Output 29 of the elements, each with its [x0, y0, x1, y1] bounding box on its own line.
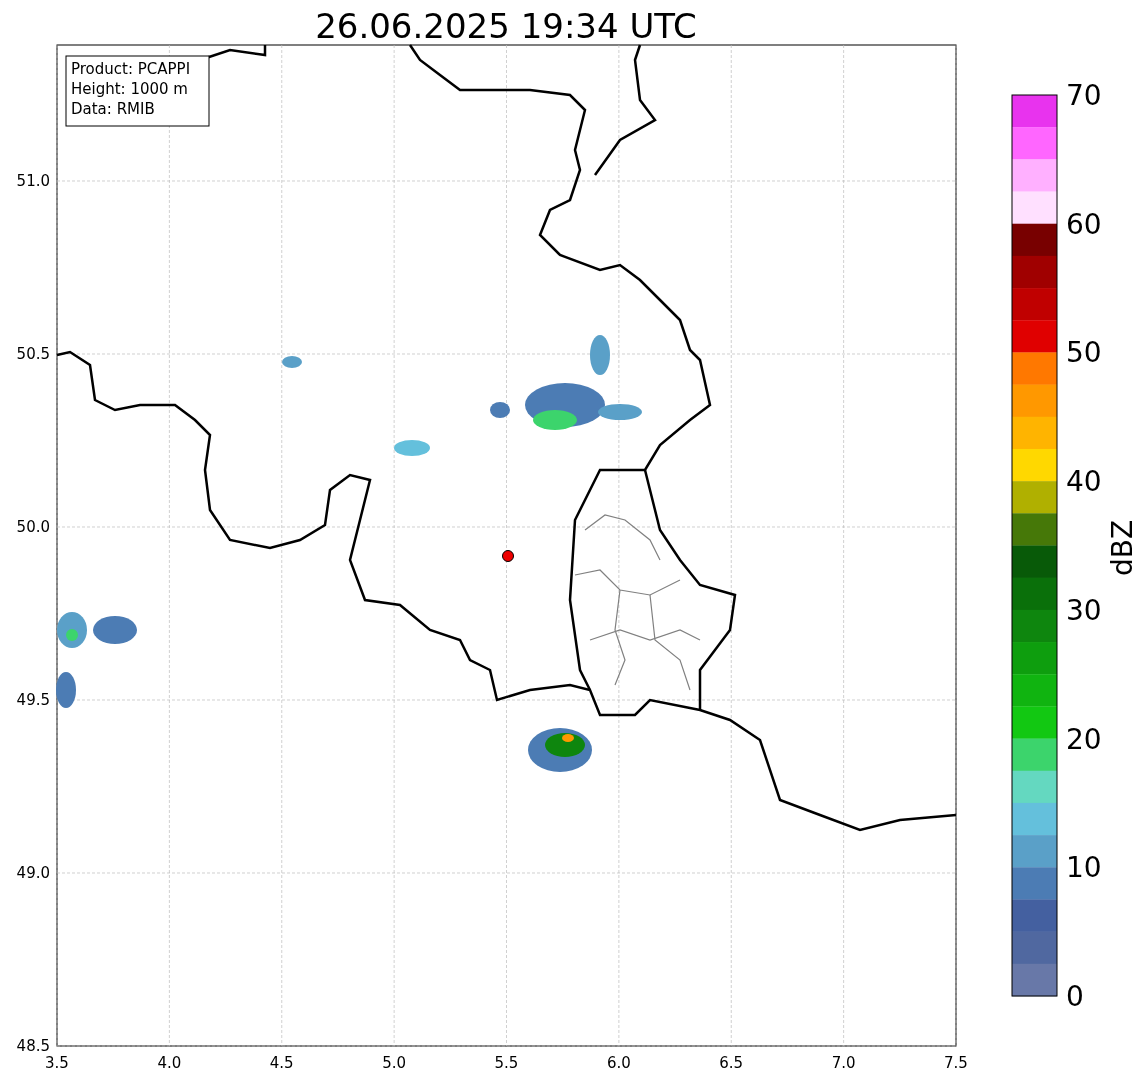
radar-site-marker — [502, 550, 514, 562]
colorbar-tick-label: 0 — [1066, 980, 1084, 1013]
axis-tick-label: 7.0 — [831, 1054, 856, 1072]
axis-tick-label: 49.5 — [16, 691, 50, 709]
info-text: Data: RMIB — [71, 100, 155, 118]
axis-tick-label: 48.5 — [16, 1037, 50, 1055]
axis-tick-label: 49.0 — [16, 864, 50, 882]
axis-tick-label: 7.5 — [944, 1054, 968, 1072]
info-text: Product: PCAPPI — [71, 60, 191, 78]
colorbar-tick-label: 10 — [1066, 851, 1102, 885]
colorbar-tick-label: 30 — [1066, 593, 1102, 627]
axis-tick-label: 3.5 — [45, 1054, 69, 1072]
colorbar-tick-label: 20 — [1066, 722, 1102, 756]
axis-tick-label: 51.0 — [16, 172, 50, 190]
colorbar-tick-label: 50 — [1066, 336, 1102, 370]
info-text: Height: 1000 m — [71, 80, 188, 98]
colorbar-tick-label: 60 — [1066, 207, 1102, 241]
colorbar-tick-label: 70 — [1066, 79, 1102, 112]
axis-tick-label: 5.5 — [494, 1054, 519, 1072]
axis-tick-label: 50.5 — [16, 345, 50, 363]
colorbar-label: dBZ — [1106, 519, 1139, 577]
axis-tick-label: 5.0 — [382, 1054, 407, 1072]
axis-tick-label: 6.5 — [719, 1054, 744, 1072]
axis-tick-label: 6.0 — [606, 1054, 631, 1072]
axis-tick-label: 4.5 — [269, 1054, 294, 1072]
colorbar-tick-label: 40 — [1066, 465, 1102, 499]
chart-title: 26.06.2025 19:34 UTC — [315, 6, 697, 46]
axis-tick-label: 4.0 — [157, 1054, 182, 1072]
axis-tick-label: 50.0 — [16, 518, 50, 536]
